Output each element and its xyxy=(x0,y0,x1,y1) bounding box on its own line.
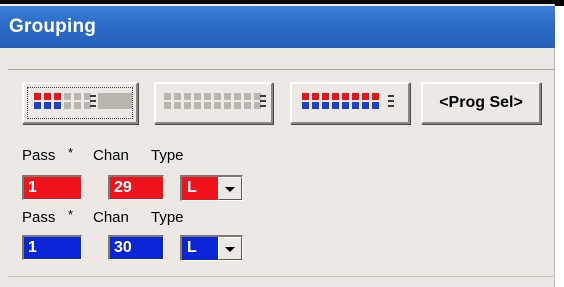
group-pattern-red-blue-wide-icon xyxy=(302,93,379,109)
chevron-down-icon[interactable] xyxy=(218,177,242,200)
type-value: L xyxy=(182,177,218,200)
star-header: * xyxy=(68,207,73,222)
prog-sel-button[interactable]: <Prog Sel> xyxy=(421,82,541,124)
group-button-2[interactable] xyxy=(154,82,273,124)
chan-field[interactable]: 29 xyxy=(108,175,164,200)
ticks-icon xyxy=(388,95,394,113)
type-dropdown[interactable]: L xyxy=(180,175,243,201)
group-pattern-red-blue-icon xyxy=(34,93,91,109)
type-dropdown[interactable]: L xyxy=(180,235,243,261)
divider xyxy=(8,69,555,70)
group-button-3[interactable] xyxy=(290,82,410,124)
ticks-icon xyxy=(260,95,266,113)
type-value: L xyxy=(182,237,218,260)
type-header: Type xyxy=(151,147,184,164)
type-header: Type xyxy=(151,209,184,226)
pass-header: Pass xyxy=(22,209,55,226)
grouping-window: Grouping xyxy=(0,4,555,287)
chan-header: Chan xyxy=(93,209,129,226)
window-title: Grouping xyxy=(9,16,96,38)
star-header: * xyxy=(68,145,73,160)
chan-field[interactable]: 30 xyxy=(108,235,164,260)
group-button-1[interactable] xyxy=(22,82,138,124)
prog-sel-label: <Prog Sel> xyxy=(423,94,539,112)
pass-field[interactable]: 1 xyxy=(22,235,82,260)
grey-block xyxy=(98,93,132,109)
group-pattern-grey-icon xyxy=(164,93,261,109)
bottom-divider xyxy=(8,276,555,277)
pass-header: Pass xyxy=(22,147,55,164)
chevron-down-icon[interactable] xyxy=(218,237,242,260)
pass-field[interactable]: 1 xyxy=(22,175,82,200)
chan-header: Chan xyxy=(93,147,129,164)
title-bar[interactable]: Grouping xyxy=(0,6,555,48)
ticks-icon xyxy=(90,95,96,113)
